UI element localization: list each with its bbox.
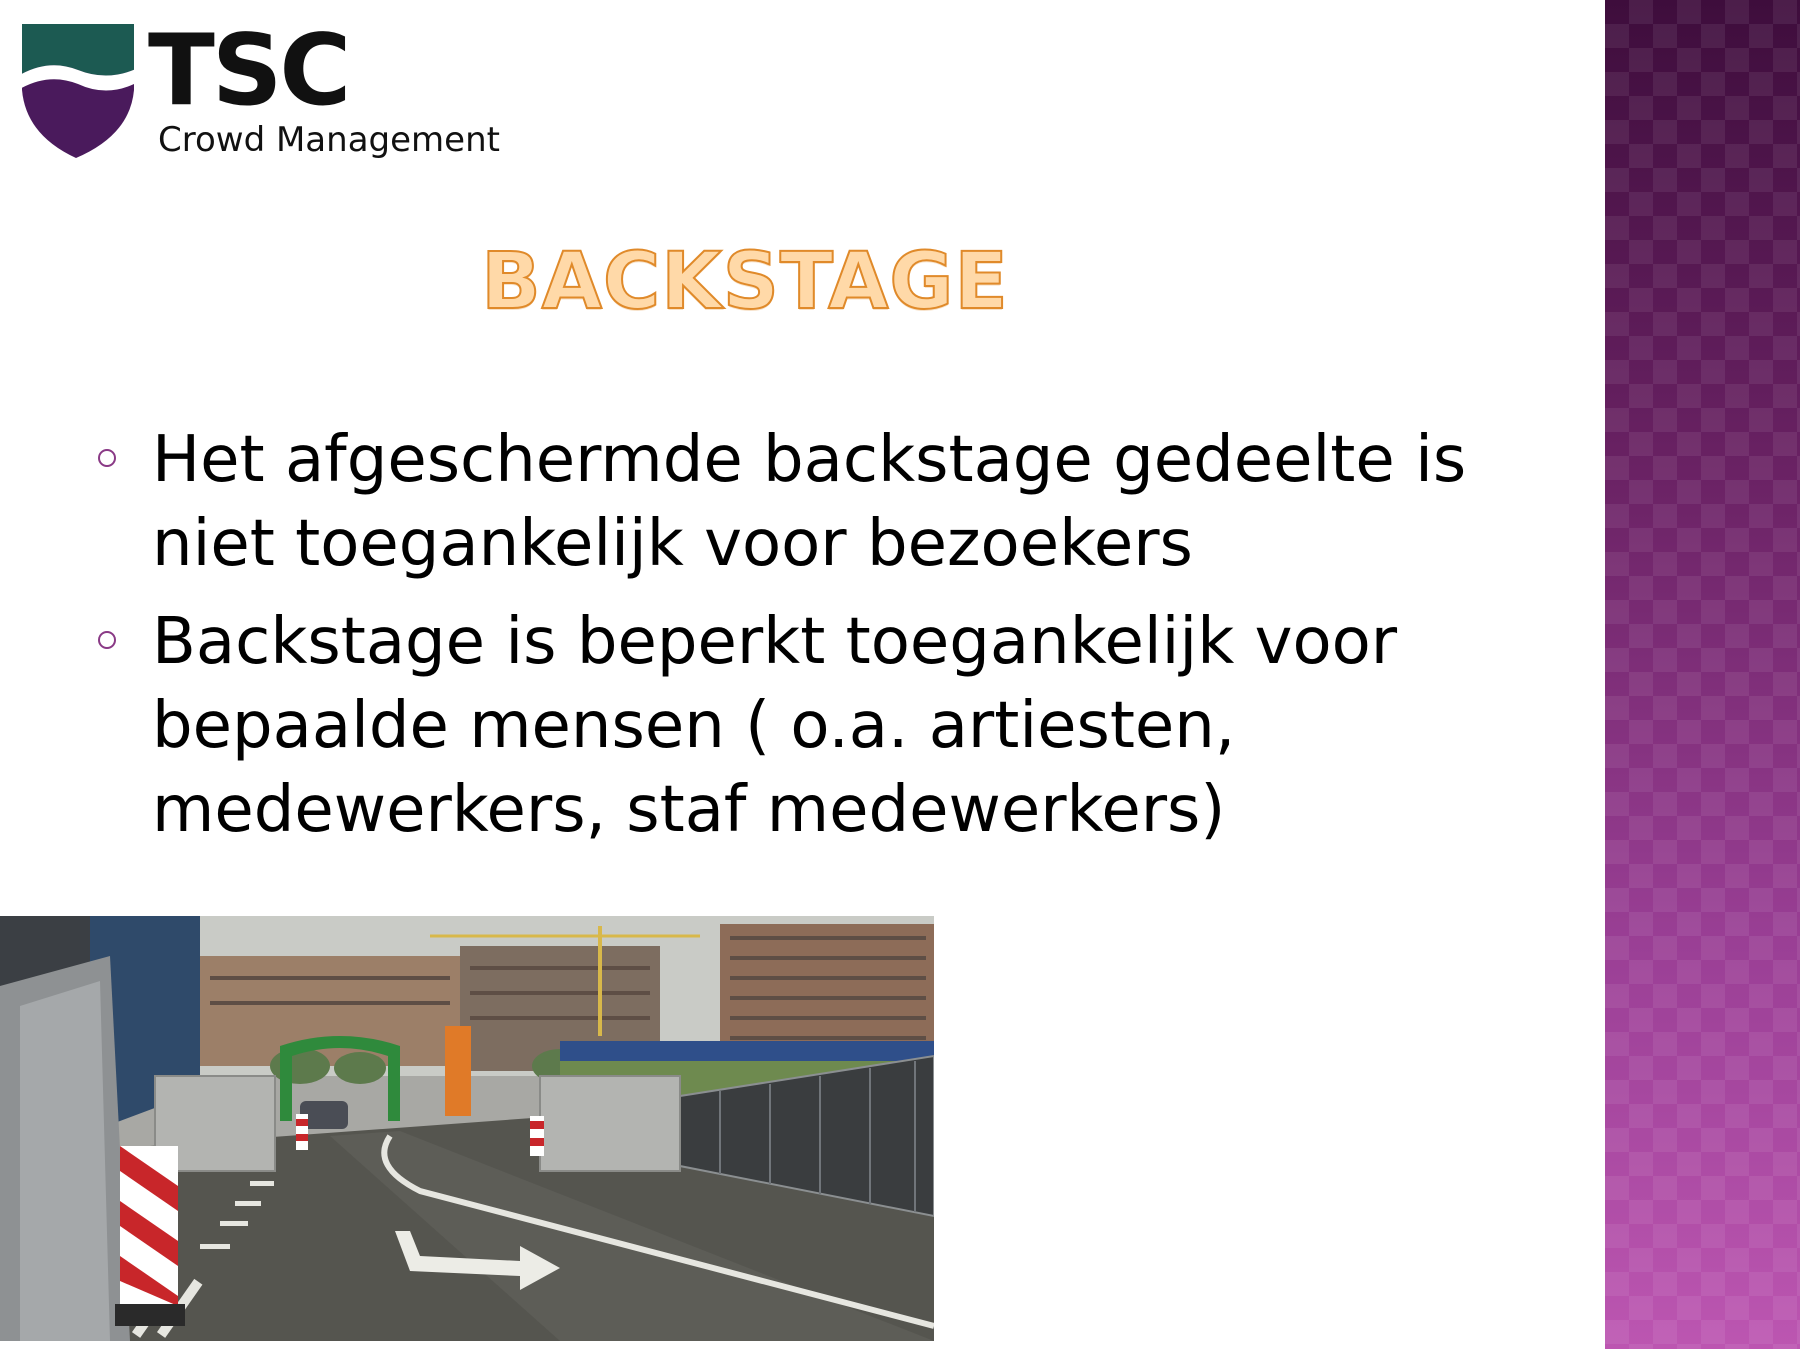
bullet-text: Backstage is beperkt toegankelijk voor b… — [152, 605, 1398, 847]
bullet-item: Backstage is beperkt toegankelijk voor b… — [96, 600, 1586, 852]
slide-title: BACKSTAGE — [480, 236, 1009, 328]
bullet-list: Het afgeschermde backstage gedeelte is n… — [96, 418, 1586, 866]
logo-wordmark: TSC — [148, 14, 351, 128]
bullet-text: Het afgeschermde backstage gedeelte is n… — [152, 423, 1467, 581]
backstage-photo — [0, 916, 934, 1341]
decorative-side-band — [1605, 0, 1800, 1349]
circle-bullet-icon — [98, 631, 116, 649]
company-logo: TSC Crowd Management — [18, 20, 558, 170]
circle-bullet-icon — [98, 449, 116, 467]
bullet-item: Het afgeschermde backstage gedeelte is n… — [96, 418, 1586, 586]
logo-subtitle: Crowd Management — [158, 120, 500, 160]
shield-logo-icon — [22, 24, 134, 158]
